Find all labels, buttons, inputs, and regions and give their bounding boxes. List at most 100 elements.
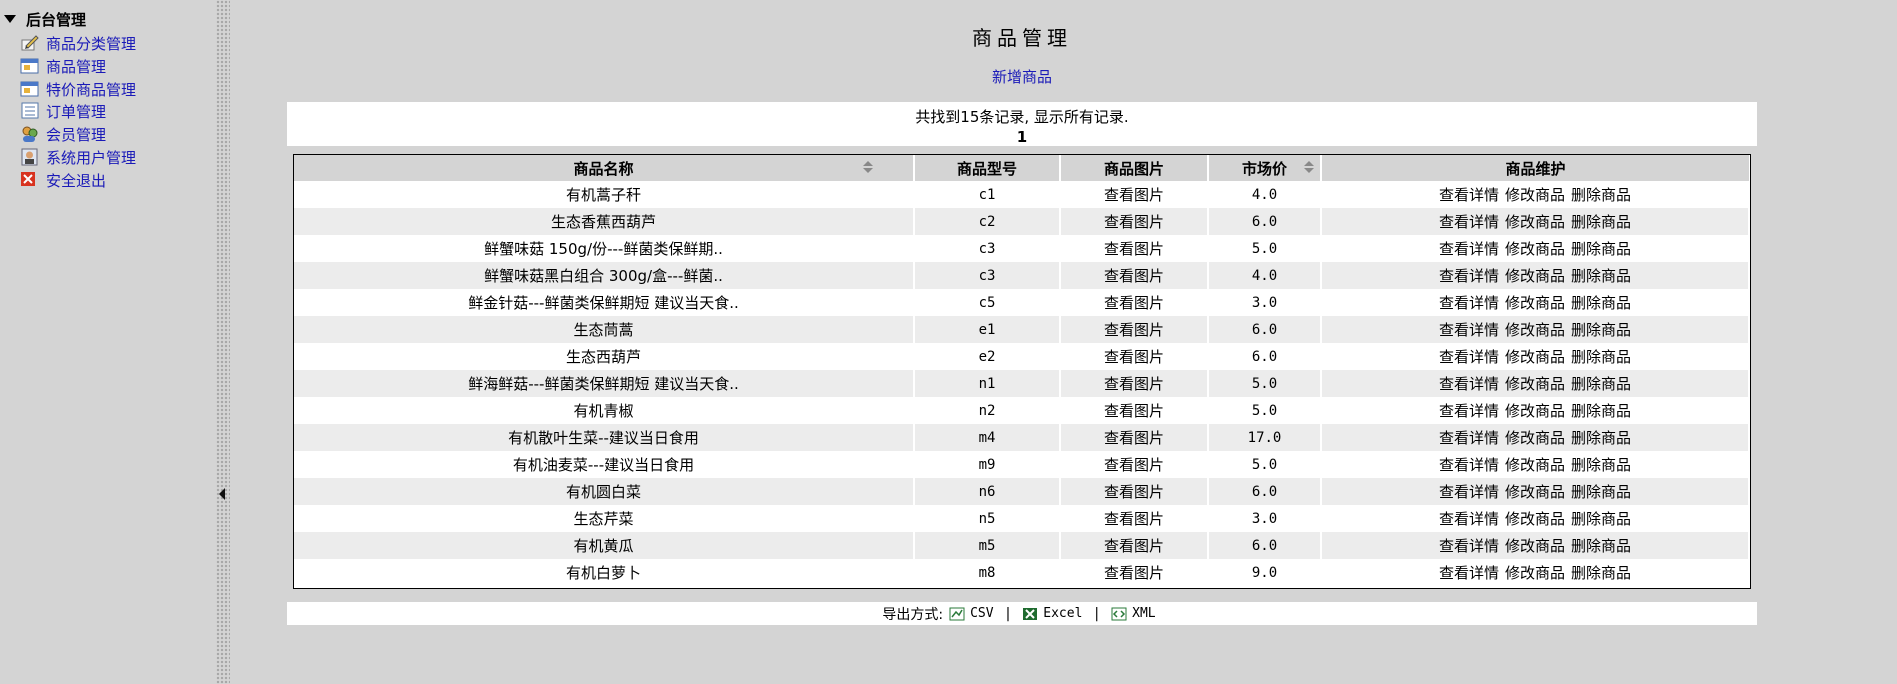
edit-product-link[interactable]: 修改商品 xyxy=(1505,213,1565,231)
view-details-link[interactable]: 查看详情 xyxy=(1439,564,1499,582)
sidebar-item-category[interactable]: 商品分类管理 xyxy=(20,32,136,54)
view-details-link[interactable]: 查看详情 xyxy=(1439,483,1499,501)
delete-product-link[interactable]: 删除商品 xyxy=(1571,456,1631,474)
expand-triangle-icon[interactable] xyxy=(4,15,16,23)
tree-root[interactable]: 后台管理 xyxy=(4,9,86,29)
column-header-price[interactable]: 市场价 xyxy=(1208,155,1322,181)
page-number[interactable]: 1 xyxy=(287,128,1757,146)
market-price-cell: 5.0 xyxy=(1251,240,1278,257)
view-details-link[interactable]: 查看详情 xyxy=(1439,267,1499,285)
market-price-cell: 6.0 xyxy=(1208,208,1321,235)
delete-product-link[interactable]: 删除商品 xyxy=(1571,240,1631,258)
sort-icon[interactable] xyxy=(1304,161,1314,175)
collapse-arrow-icon[interactable] xyxy=(219,488,225,500)
view-image-link[interactable]: 查看图片 xyxy=(1104,267,1164,285)
view-details-link[interactable]: 查看详情 xyxy=(1439,186,1499,204)
table-row: 有机圆白菜 n6 查看图片 6.0 查看详情 修改商品 删除商品 xyxy=(294,478,1749,505)
delete-product-link[interactable]: 删除商品 xyxy=(1571,429,1631,447)
view-image-link[interactable]: 查看图片 xyxy=(1104,321,1164,339)
view-image-cell: 查看图片 xyxy=(1060,235,1208,262)
edit-product-link[interactable]: 修改商品 xyxy=(1505,348,1565,366)
delete-product-link[interactable]: 删除商品 xyxy=(1571,537,1631,555)
edit-product-link[interactable]: 修改商品 xyxy=(1505,240,1565,258)
delete-product-link[interactable]: 删除商品 xyxy=(1571,402,1631,420)
view-details-link[interactable]: 查看详情 xyxy=(1439,348,1499,366)
edit-product-link[interactable]: 修改商品 xyxy=(1505,186,1565,204)
edit-product-link[interactable]: 修改商品 xyxy=(1505,294,1565,312)
delete-product-link[interactable]: 删除商品 xyxy=(1571,483,1631,501)
view-details-link[interactable]: 查看详情 xyxy=(1439,240,1499,258)
market-price-cell: 5.0 xyxy=(1208,370,1321,397)
delete-product-link[interactable]: 删除商品 xyxy=(1571,510,1631,528)
sidebar-splitter[interactable] xyxy=(216,0,230,684)
edit-product-link[interactable]: 修改商品 xyxy=(1505,456,1565,474)
column-header-image: 商品图片 xyxy=(1060,155,1209,181)
edit-product-link[interactable]: 修改商品 xyxy=(1505,402,1565,420)
sidebar-item-member[interactable]: 会员管理 xyxy=(20,123,106,145)
sidebar-item-logout[interactable]: 安全退出 xyxy=(20,169,106,191)
table-row: 鲜蟹味菇 150g/份---鲜菌类保鲜期.. c3 查看图片 5.0 查看详情 修改商品删… xyxy=(294,235,1749,262)
view-image-link[interactable]: 查看图片 xyxy=(1104,375,1164,393)
view-image-link[interactable]: 查看图片 xyxy=(1104,537,1164,555)
edit-product-link[interactable]: 修改商品 xyxy=(1505,537,1565,555)
view-details-link[interactable]: 查看详情 xyxy=(1439,456,1499,474)
edit-product-link[interactable]: 修改商品 xyxy=(1505,483,1565,501)
export-excel-button[interactable]: Excel xyxy=(1022,606,1082,621)
add-product-link[interactable]: 新增商品 xyxy=(287,66,1757,87)
product-model-cell: n1 xyxy=(914,370,1060,397)
view-image-link[interactable]: 查看图片 xyxy=(1104,483,1164,501)
edit-product-link[interactable]: 修改商品 xyxy=(1505,564,1565,582)
view-details-link[interactable]: 查看详情 xyxy=(1439,429,1499,447)
export-xml-button[interactable]: XML xyxy=(1111,606,1156,621)
delete-product-link[interactable]: 删除商品 xyxy=(1571,294,1631,312)
view-image-link[interactable]: 查看图片 xyxy=(1104,456,1164,474)
product-model-cell: e2 xyxy=(978,348,996,365)
view-details-link[interactable]: 查看详情 xyxy=(1439,294,1499,312)
view-image-link[interactable]: 查看图片 xyxy=(1104,213,1164,231)
edit-product-link[interactable]: 修改商品 xyxy=(1505,429,1565,447)
view-details-link[interactable]: 查看详情 xyxy=(1439,321,1499,339)
view-details-link[interactable]: 查看详情 xyxy=(1439,213,1499,231)
view-image-link[interactable]: 查看图片 xyxy=(1104,294,1164,312)
delete-product-link[interactable]: 删除商品 xyxy=(1571,267,1631,285)
delete-product-link[interactable]: 删除商品 xyxy=(1571,375,1631,393)
column-header-actions: 商品维护 xyxy=(1321,155,1749,181)
view-image-link[interactable]: 查看图片 xyxy=(1104,510,1164,528)
view-image-link[interactable]: 查看图片 xyxy=(1104,564,1164,582)
delete-product-link[interactable]: 删除商品 xyxy=(1571,348,1631,366)
view-image-link[interactable]: 查看图片 xyxy=(1104,240,1164,258)
view-details-link[interactable]: 查看详情 xyxy=(1439,510,1499,528)
view-image-link[interactable]: 查看图片 xyxy=(1104,402,1164,420)
edit-product-link[interactable]: 修改商品 xyxy=(1505,375,1565,393)
table-row: 有机油麦菜---建议当日食用 m9 查看图片 5.0 查看详情 修改商品 删除商品 xyxy=(294,451,1749,478)
edit-product-link[interactable]: 修改商品 xyxy=(1505,510,1565,528)
sidebar-item-special-product[interactable]: 特价商品管理 xyxy=(20,78,136,100)
sidebar-item-product[interactable]: 商品管理 xyxy=(20,55,106,77)
sidebar-item-label: 商品管理 xyxy=(46,57,107,76)
view-image-link[interactable]: 查看图片 xyxy=(1104,348,1164,366)
market-price-cell: 9.0 xyxy=(1251,564,1278,581)
delete-product-link[interactable]: 删除商品 xyxy=(1571,564,1631,582)
edit-product-link[interactable]: 修改商品 xyxy=(1505,267,1565,285)
sidebar-item-order[interactable]: 订单管理 xyxy=(20,100,106,122)
view-image-link[interactable]: 查看图片 xyxy=(1104,429,1164,447)
view-details-link[interactable]: 查看详情 xyxy=(1439,375,1499,393)
user-icon xyxy=(21,148,38,166)
export-csv-button[interactable]: CSV xyxy=(949,606,994,621)
view-image-cell: 查看图片 xyxy=(1060,208,1208,235)
market-price-cell: 6.0 xyxy=(1208,478,1321,505)
delete-product-link[interactable]: 删除商品 xyxy=(1571,321,1631,339)
delete-product-link[interactable]: 删除商品 xyxy=(1571,186,1631,204)
edit-product-link[interactable]: 修改商品 xyxy=(1505,321,1565,339)
product-table-container: 商品名称 商品型号 商品图片 市场价 商品维护 有机蒿子秆 c1 查看图片 4.0 查看… xyxy=(293,154,1751,589)
tree-root-label: 后台管理 xyxy=(26,10,87,29)
view-image-link[interactable]: 查看图片 xyxy=(1104,186,1164,204)
sidebar-item-system-user[interactable]: 系统用户管理 xyxy=(20,146,136,168)
delete-product-link[interactable]: 删除商品 xyxy=(1571,213,1631,231)
view-details-link[interactable]: 查看详情 xyxy=(1439,537,1499,555)
column-header-name[interactable]: 商品名称 xyxy=(294,155,915,181)
view-details-link[interactable]: 查看详情 xyxy=(1439,402,1499,420)
product-model-cell: c1 xyxy=(978,186,996,203)
view-image-cell: 查看图片 xyxy=(1060,181,1208,208)
sort-icon[interactable] xyxy=(863,161,873,175)
